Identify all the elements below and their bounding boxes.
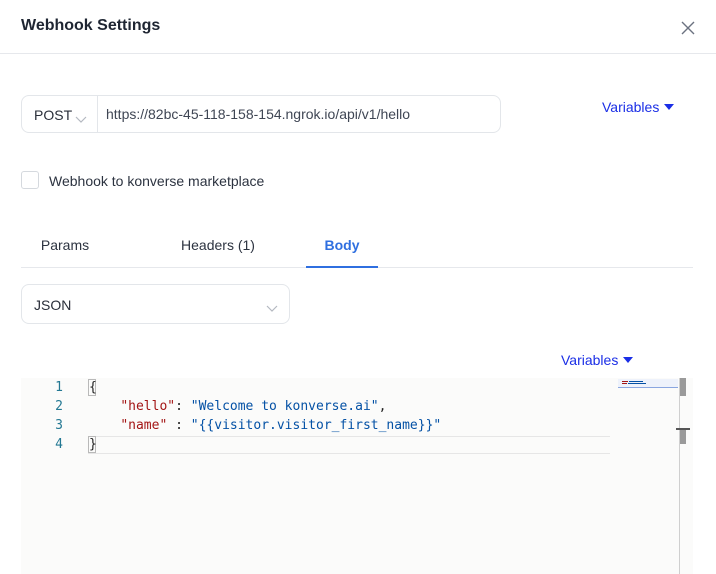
body-format-select[interactable]: JSON — [21, 284, 290, 324]
method-value: POST — [34, 107, 73, 123]
current-line-highlight — [88, 436, 610, 454]
dialog-title: Webhook Settings — [21, 17, 161, 34]
body-variables-label: Variables — [561, 352, 619, 368]
json-separator: : — [167, 418, 191, 433]
code-line: } — [89, 437, 97, 452]
variables-label: Variables — [602, 99, 660, 115]
tab-body[interactable]: Body — [306, 228, 378, 268]
body-variables-dropdown[interactable]: Variables — [561, 352, 634, 368]
json-string-value: "{{visitor.visitor_first_name}}" — [190, 418, 442, 433]
line-number: 2 — [55, 399, 63, 414]
json-separator: : — [175, 399, 191, 414]
method-select[interactable]: POST — [21, 95, 98, 133]
url-input[interactable] — [97, 95, 501, 133]
open-brace: { — [89, 380, 97, 395]
editor-scrollbar-thumb[interactable] — [680, 378, 686, 396]
editor-scrollbar-track[interactable] — [679, 378, 680, 574]
close-brace: } — [89, 437, 97, 452]
tab-headers[interactable]: Headers (1) — [166, 228, 270, 268]
code-line: "hello": "Welcome to konverse.ai", — [89, 399, 386, 414]
marketplace-checkbox-label: Webhook to konverse marketplace — [49, 173, 265, 189]
marketplace-checkbox[interactable] — [21, 171, 39, 189]
json-comma: , — [378, 399, 387, 414]
json-body-editor[interactable]: 1 2 3 4 { "hello": "Welcome to konverse.… — [21, 378, 693, 574]
caret-down-icon — [664, 104, 675, 110]
body-format-value: JSON — [34, 297, 72, 313]
variables-dropdown[interactable]: Variables — [602, 99, 675, 115]
close-icon[interactable] — [679, 19, 697, 37]
tab-params[interactable]: Params — [21, 228, 109, 268]
json-key: "name" — [120, 418, 168, 433]
line-number-gutter: 1 2 3 4 — [21, 378, 71, 574]
line-number: 1 — [55, 380, 63, 395]
caret-down-icon — [623, 357, 634, 363]
line-number: 3 — [55, 418, 63, 433]
overview-ruler-marker — [680, 430, 686, 444]
editor-minimap[interactable] — [618, 378, 678, 390]
dialog-header: Webhook Settings — [0, 0, 716, 54]
json-key: "hello" — [120, 399, 176, 414]
code-line: { — [89, 380, 97, 395]
request-tabs: Params Headers (1) Body — [21, 228, 693, 268]
json-string-value: "Welcome to konverse.ai" — [190, 399, 379, 414]
chevron-down-icon — [266, 300, 278, 316]
chevron-down-icon — [75, 111, 87, 127]
code-line: "name" : "{{visitor.visitor_first_name}}… — [89, 418, 441, 433]
line-number: 4 — [55, 437, 63, 452]
